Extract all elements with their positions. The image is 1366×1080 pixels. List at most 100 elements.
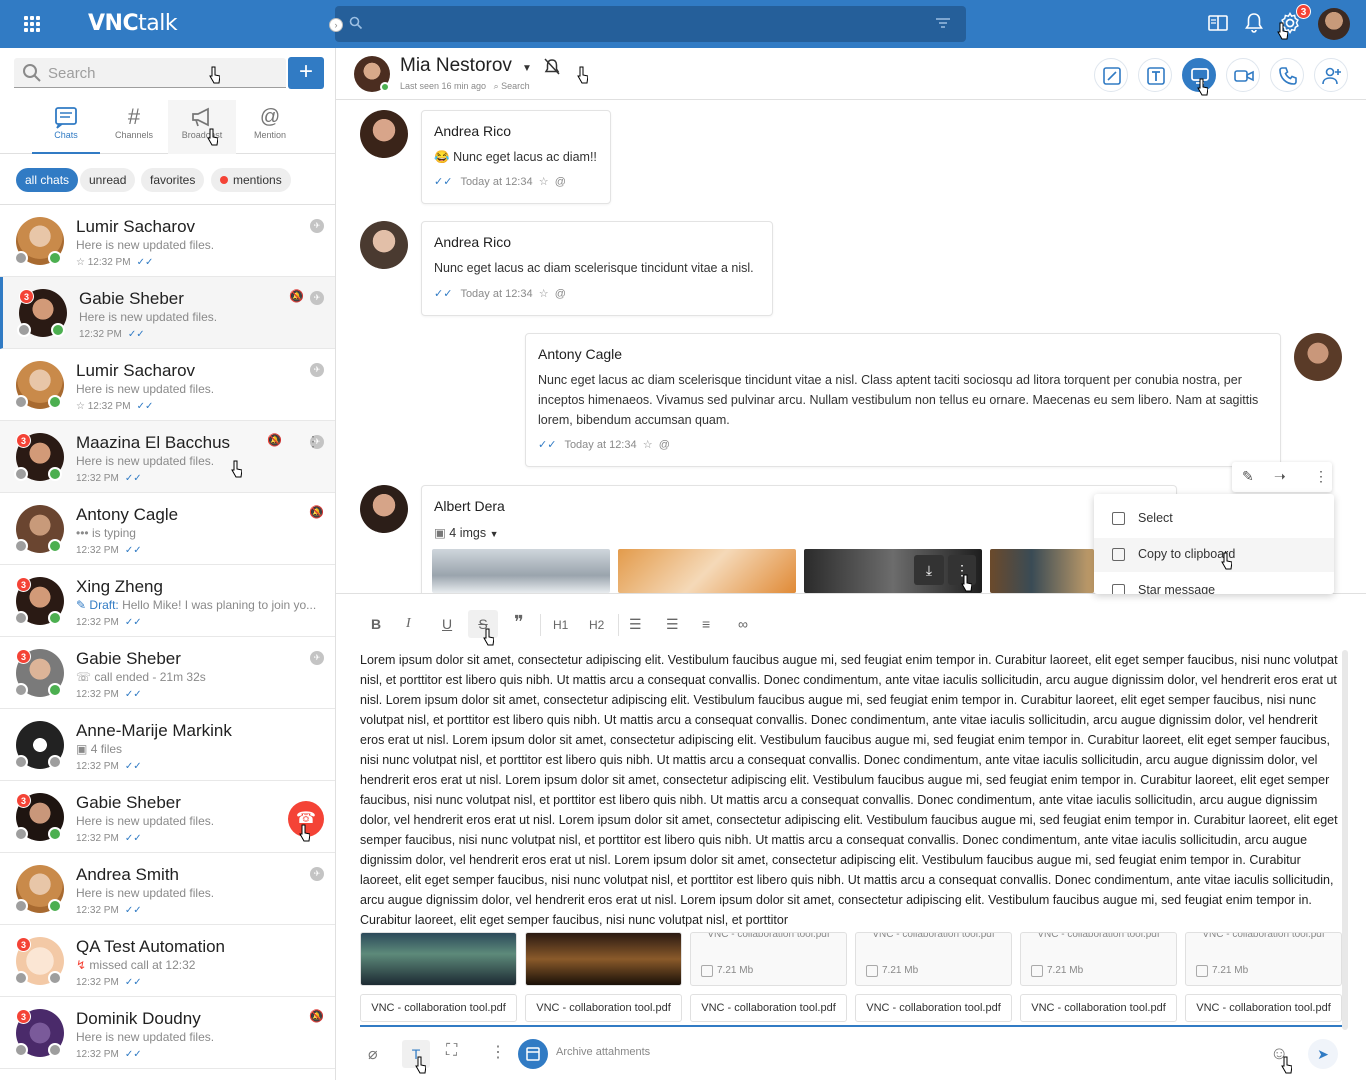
attachment-filename[interactable]: VNC - collaboration tool.pdf [1020, 994, 1177, 1022]
tag-icon[interactable]: ✈ [310, 651, 324, 665]
forward-icon[interactable]: ➝ [1274, 468, 1286, 485]
send-button[interactable]: ➤ [1308, 1039, 1338, 1069]
new-chat-button[interactable]: + [288, 57, 324, 89]
chat-list-item[interactable]: Andrea Smith Here is new updated files. 12… [0, 853, 335, 925]
archive-attachments-button[interactable] [518, 1039, 548, 1069]
image-thumbnail[interactable] [432, 549, 610, 593]
chat-list-item[interactable]: 3 Maazina El Bacchus Here is new updated f… [0, 421, 335, 493]
quote-icon[interactable]: ❞ [514, 612, 524, 633]
muted-bell-icon[interactable]: 🔕 [309, 505, 324, 519]
layout-icon[interactable] [1208, 12, 1228, 34]
chat-list-item[interactable]: Antony Cagle ••• is typing 12:32 PM ✓✓ 🔕 [0, 493, 335, 565]
image-thumbnail[interactable]: ⤓ ⋮ [804, 549, 982, 593]
ordered-list-icon[interactable]: ☰ [629, 616, 642, 633]
filter-unread[interactable]: unread [80, 168, 136, 192]
filter-mentions[interactable]: mentions [211, 168, 291, 192]
attachment-file[interactable]: VNC - collaboration tool.pdf 7.21 Mb [1020, 932, 1177, 986]
attachment-filename[interactable]: VNC - collaboration tool.pdf [1185, 994, 1342, 1022]
hashtag-icon: # [127, 104, 141, 129]
underline-icon[interactable]: U [442, 616, 452, 632]
unread-badge: 3 [16, 649, 31, 664]
images-count-toggle[interactable]: ▣ 4 imgs ▼ [434, 523, 499, 544]
message-text-input[interactable]: Lorem ipsum dolor sit amet, consectetur … [360, 650, 1340, 928]
filter-all-chats[interactable]: all chats [16, 168, 79, 192]
editor-scrollbar[interactable] [1342, 650, 1348, 1030]
chat-list-item[interactable]: 3 Dominik Doudny Here is new updated files… [0, 997, 335, 1069]
add-participant-button[interactable] [1314, 58, 1348, 92]
muted-bell-icon[interactable]: 🔕 [309, 1009, 324, 1023]
sender-avatar[interactable] [360, 110, 408, 158]
tag-icon[interactable]: ✈ [310, 291, 324, 305]
tag-icon[interactable]: ✈ [310, 867, 324, 881]
chat-list-item[interactable]: Lumir Sacharov Here is new updated files.… [0, 349, 335, 421]
attachment-filename[interactable]: VNC - collaboration tool.pdf [690, 994, 847, 1022]
attachment-filename[interactable]: VNC - collaboration tool.pdf [855, 994, 1012, 1022]
bullet-list-icon[interactable]: ☰ [666, 616, 679, 633]
mute-bell-icon[interactable] [544, 58, 560, 76]
attach-paperclip-icon[interactable]: ⌀ [368, 1044, 378, 1064]
chevron-down-icon[interactable]: ▼ [522, 63, 532, 74]
menu-item-star[interactable]: Star message [1094, 574, 1334, 594]
apps-grid-icon[interactable] [24, 16, 40, 32]
attachment-filename[interactable]: VNC - collaboration tool.pdf [360, 994, 517, 1022]
attachment-filename[interactable]: VNC - collaboration tool.pdf [525, 994, 682, 1022]
italic-icon[interactable]: I [406, 616, 411, 632]
tab-broadcast[interactable]: Broadcast [168, 100, 236, 154]
text-format-button[interactable] [1138, 58, 1172, 92]
muted-bell-icon[interactable]: 🔕 [289, 289, 304, 303]
chat-list-item[interactable]: 3 QA Test Automation ↯ missed call at 12:3… [0, 925, 335, 997]
filter-favorites[interactable]: favorites [141, 168, 205, 192]
bell-icon[interactable] [1245, 12, 1263, 34]
more-vertical-icon[interactable]: ⋮ [490, 1042, 506, 1062]
fullscreen-icon[interactable]: ⛶ [446, 1042, 457, 1060]
video-call-button[interactable] [1226, 58, 1260, 92]
image-thumbnail[interactable] [990, 549, 1094, 593]
chat-list-item[interactable]: Anne-Marije Markink ▣ 4 files 12:32 PM ✓✓ [0, 709, 335, 781]
tag-icon[interactable]: ✈ [310, 219, 324, 233]
sidebar-search-input[interactable]: Search [14, 58, 286, 88]
tab-channels[interactable]: # Channels [100, 100, 168, 154]
more-vertical-icon[interactable]: ⋮ [306, 433, 320, 450]
heading-1-icon[interactable]: H1 [553, 618, 568, 632]
message-bubble-outgoing[interactable]: Antony Cagle Nunc eget lacus ac diam sce… [525, 333, 1281, 467]
attachment-file[interactable]: VNC - collaboration tool.pdf 7.21 Mb [855, 932, 1012, 986]
user-avatar[interactable] [1318, 8, 1350, 40]
bold-icon[interactable]: B [371, 616, 381, 632]
align-icon[interactable]: ≡ [702, 616, 710, 632]
collapse-sidebar-chevron-icon[interactable]: › [329, 18, 343, 32]
message-bubble[interactable]: Andrea Rico 😂 Nunc eget lacus ac diam!! … [421, 110, 611, 204]
whiteboard-button[interactable] [1094, 58, 1128, 92]
tag-icon[interactable]: ✈ [310, 363, 324, 377]
image-thumbnail[interactable] [618, 549, 796, 593]
attachment-file[interactable]: VNC - collaboration tool.pdf 7.21 Mb [1185, 932, 1342, 986]
tab-chats[interactable]: Chats [32, 100, 100, 154]
message-bubble[interactable]: Andrea Rico Nunc eget lacus ac diam scel… [421, 221, 773, 316]
global-search-input[interactable] [335, 6, 966, 42]
audio-call-button[interactable] [1270, 58, 1304, 92]
attachment-image[interactable] [360, 932, 517, 986]
phone-icon [1279, 67, 1297, 85]
edit-pencil-icon[interactable]: ✎ [1242, 468, 1254, 485]
contact-name[interactable]: Mia Nestorov [400, 55, 512, 77]
more-vertical-icon[interactable]: ⋮ [1314, 468, 1328, 485]
image-icon: ▣ [434, 526, 446, 540]
header-search-link[interactable]: Search [501, 81, 530, 91]
sender-avatar[interactable] [360, 221, 408, 269]
chat-list-item[interactable]: 3 Xing Zheng ✎ Draft: Hello Mike! I was pl… [0, 565, 335, 637]
menu-item-copy[interactable]: Copy to clipboard [1094, 538, 1334, 572]
chat-list-item[interactable]: Lumir Sacharov Here is new updated files.… [0, 205, 335, 277]
chat-list-item[interactable]: 3 Gabie Sheber Here is new updated files. 1… [0, 277, 335, 349]
sender-avatar[interactable] [1294, 333, 1342, 381]
download-icon[interactable]: ⤓ [914, 555, 944, 585]
menu-item-select[interactable]: Select [1094, 502, 1334, 536]
chat-list-item[interactable]: 3 Gabie Sheber Here is new updated files. 1… [0, 781, 335, 853]
chat-list-item[interactable]: 3 Gabie Sheber ☏ call ended - 21m 32s 12:32… [0, 637, 335, 709]
filter-icon[interactable] [936, 17, 950, 29]
link-icon[interactable]: ∞ [738, 616, 748, 632]
muted-bell-icon[interactable]: 🔕 [267, 433, 282, 447]
tab-mention[interactable]: @ Mention [236, 100, 304, 154]
attachment-image[interactable] [525, 932, 682, 986]
sender-avatar[interactable] [360, 485, 408, 533]
attachment-file[interactable]: VNC - collaboration tool.pdf 7.21 Mb [690, 932, 847, 986]
heading-2-icon[interactable]: H2 [589, 618, 604, 632]
